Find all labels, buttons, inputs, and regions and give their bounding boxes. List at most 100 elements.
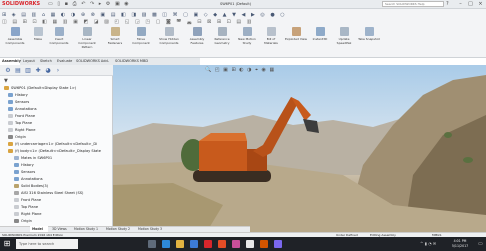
menu-toolbar-row-2[interactable]: ◫ ▤ ⊞ ⊡ ◧ ▦ ▥ ▣ ◩ ◪ ▨ ◰ ◱ ◲ ◳ ▢ ◙ ◚ ◛ ⊟ … xyxy=(2,19,482,26)
tree-item-top-plane-2[interactable]: Top Plane xyxy=(14,204,38,211)
explode-icon xyxy=(291,27,301,36)
tree-item-annotations-2[interactable]: Annotations xyxy=(14,176,43,183)
graphics-viewport[interactable] xyxy=(113,65,486,238)
taskbar-clock[interactable]: 4:01 PM 5/11/2017 xyxy=(446,239,474,249)
taskbar-search-input[interactable]: Type here to search xyxy=(16,239,78,249)
scene-render xyxy=(113,75,486,238)
minimize-button[interactable]: – xyxy=(456,1,465,8)
instant3d-icon xyxy=(315,27,325,36)
move-component-button[interactable]: Move Component xyxy=(130,27,152,52)
tree-item-body[interactable]: (f) body<1> (Default<<Default>_Display S… xyxy=(8,148,101,155)
tab-evaluate[interactable]: Evaluate xyxy=(55,58,73,65)
solidworks-taskbar-icon[interactable] xyxy=(204,240,212,248)
mates-icon xyxy=(14,156,19,160)
insert-components-button[interactable]: Insert Components xyxy=(48,27,70,52)
annotation-icon xyxy=(14,177,19,181)
system-tray-icons[interactable]: ^ ▮ ◔ ✉ xyxy=(420,241,442,247)
configuration-manager-icon[interactable]: ▥ xyxy=(24,67,32,75)
tree-item-sensors-2[interactable]: Sensors xyxy=(14,169,35,176)
tree-item-solid-bodies[interactable]: Solid Bodies(3) xyxy=(14,183,48,190)
instant3d-button[interactable]: Instant3D xyxy=(310,27,330,52)
dimxpert-icon[interactable]: ✚ xyxy=(34,67,42,75)
solidworks-logo[interactable]: SOLIDWORKS xyxy=(2,1,42,8)
menu-toolbar-row-1[interactable]: ⊞ ◈ ▤ ▥ ⌂ ▦ ◐ ◑ ⊕ ⊗ ▣ ▤ ◧ ◨ ▨ ▩ ◫ ⌘ ▢ ▣ … xyxy=(2,11,482,19)
take-snapshot-button[interactable]: Take Snapshot xyxy=(358,27,380,52)
tab-assembly[interactable]: Assembly xyxy=(0,58,21,65)
filter-icon[interactable]: ▼ xyxy=(4,78,10,84)
assemble-icon xyxy=(10,27,20,36)
fastener-icon xyxy=(110,27,120,36)
exploded-view-button[interactable]: Exploded View xyxy=(284,27,308,52)
app-icon[interactable] xyxy=(260,240,268,248)
tree-item-undercarriage[interactable]: (f) undercarriage<1> (Default<<Default>_… xyxy=(8,141,97,148)
make-icon xyxy=(33,27,43,36)
plane-icon xyxy=(217,27,227,36)
app-icon[interactable] xyxy=(274,240,282,248)
feature-tree-icon[interactable]: ⚙ xyxy=(4,67,12,75)
display-manager-icon[interactable]: ◕ xyxy=(44,67,52,75)
tree-item-origin[interactable]: Origin xyxy=(8,134,26,141)
app-icon[interactable] xyxy=(218,240,226,248)
motion-icon xyxy=(242,27,252,36)
app-icon[interactable] xyxy=(246,240,254,248)
annotation-icon xyxy=(8,107,13,111)
tree-item-history-2[interactable]: History xyxy=(14,162,34,169)
document-title: SW6P01 (Default) xyxy=(220,2,252,6)
material-icon xyxy=(14,191,19,195)
show-hidden-button[interactable]: Show Hidden Components xyxy=(156,27,182,52)
windows-start-icon[interactable]: ⊞ xyxy=(2,239,12,249)
plane-icon xyxy=(8,121,13,125)
close-button[interactable]: × xyxy=(476,1,485,8)
tree-item-history[interactable]: History xyxy=(8,92,28,99)
tree-item-sensors[interactable]: Sensors xyxy=(8,99,29,106)
plane-icon xyxy=(14,205,19,209)
smart-fasteners-button[interactable]: Smart Fasteners xyxy=(104,27,126,52)
help-icon[interactable]: ? xyxy=(446,1,454,8)
sensor-icon xyxy=(8,100,13,104)
assemble-components-button[interactable]: Assemble Components xyxy=(4,27,26,52)
reference-geometry-button[interactable]: Reference Geometry xyxy=(210,27,234,52)
clock-date: 5/11/2017 xyxy=(451,243,469,248)
speedpak-icon xyxy=(339,27,349,36)
expand-icon[interactable]: › xyxy=(54,67,62,75)
maximize-button[interactable]: □ xyxy=(466,1,475,8)
tab-layout[interactable]: Layout xyxy=(21,58,37,65)
linear-pattern-button[interactable]: Linear Component Pattern xyxy=(74,27,100,52)
tree-item-right-plane[interactable]: Right Plane xyxy=(8,127,35,134)
bill-of-materials-button[interactable]: Bill of Materials xyxy=(260,27,282,52)
tab-mbd[interactable]: SOLIDWORKS MBD xyxy=(113,58,151,65)
task-view-icon[interactable] xyxy=(148,240,156,248)
pattern-icon xyxy=(82,27,92,36)
update-speedpak-button[interactable]: Update SpeedPak xyxy=(332,27,356,52)
tree-item-front-plane[interactable]: Front Plane xyxy=(8,113,35,120)
tree-item-origin-2[interactable]: Origin xyxy=(14,218,32,225)
help-search-input[interactable]: Search SOLIDWORKS Help xyxy=(382,1,444,7)
property-manager-icon[interactable]: ▤ xyxy=(14,67,22,75)
part-icon xyxy=(8,142,13,146)
store-icon[interactable] xyxy=(190,240,198,248)
quick-access-toolbar[interactable]: ▭ ▯ ▪ ⎙ ↶ ↷ ▸ ⚙ ▣ ◉ xyxy=(48,1,168,8)
bush xyxy=(463,157,473,163)
file-explorer-icon[interactable] xyxy=(176,240,184,248)
edge-icon[interactable] xyxy=(162,240,170,248)
new-motion-study-button[interactable]: New Motion Study xyxy=(236,27,258,52)
origin-icon xyxy=(8,135,13,139)
assembly-features-button[interactable]: Assembly Features xyxy=(186,27,208,52)
bom-icon xyxy=(266,27,276,36)
tree-item-root[interactable]: SW6P01 (Default<Display State 1>) xyxy=(4,85,76,92)
heads-up-view-toolbar[interactable]: 🔍 ◰ ▣ ⊞ ◐ ◑ ⌖ ◉ ▦ xyxy=(205,67,365,74)
tree-item-annotations[interactable]: Annotations xyxy=(8,106,37,113)
plane-icon xyxy=(14,198,19,202)
tree-item-top-plane[interactable]: Top Plane xyxy=(8,120,32,127)
app-icon[interactable] xyxy=(232,240,240,248)
tree-item-material[interactable]: AISI 316 Stainless Steel Sheet (SS) xyxy=(14,190,83,197)
tree-item-right-plane-2[interactable]: Right Plane xyxy=(14,211,41,218)
tree-item-mates[interactable]: Mates in SW6P01 xyxy=(14,155,52,162)
tab-sketch[interactable]: Sketch xyxy=(38,58,54,65)
origin-icon xyxy=(14,219,19,223)
tab-addins[interactable]: SOLIDWORKS Add-Ins xyxy=(74,58,112,70)
sensor-icon xyxy=(14,170,19,174)
tree-item-front-plane-2[interactable]: Front Plane xyxy=(14,197,41,204)
make-button[interactable]: Make xyxy=(30,27,46,52)
notifications-icon[interactable]: ▭ xyxy=(478,240,484,248)
